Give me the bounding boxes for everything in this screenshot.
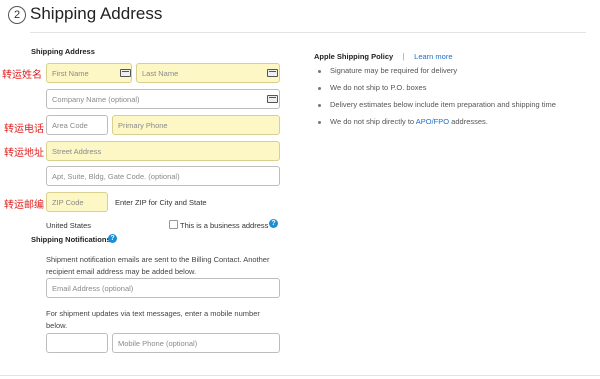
email-address-input[interactable] <box>46 278 280 298</box>
business-address-label: This is a business address <box>180 221 269 230</box>
country-label: United States <box>46 221 92 230</box>
help-icon[interactable]: ? <box>108 234 117 243</box>
shipping-notifications-heading: Shipping Notifications <box>31 235 111 244</box>
annotation-name: 转运姓名 <box>2 70 42 81</box>
sms-notification-text: For shipment updates via text messages, … <box>46 309 260 330</box>
primary-phone-input[interactable] <box>112 115 280 135</box>
bottom-divider <box>0 375 600 376</box>
annotation-zip: 转运邮编 <box>4 200 44 211</box>
contact-card-icon[interactable] <box>267 95 278 103</box>
annotation-phone: 转运电话 <box>4 124 44 135</box>
last-name-input[interactable] <box>136 63 280 83</box>
street-address-input[interactable] <box>46 141 280 161</box>
apo-fpo-link[interactable]: APO/FPO <box>416 117 449 126</box>
policy-bullet: Delivery estimates below include item pr… <box>316 100 556 117</box>
learn-more-link[interactable]: Learn more <box>414 52 452 61</box>
contact-card-icon[interactable] <box>120 69 131 77</box>
mobile-area-code-input[interactable] <box>46 333 108 353</box>
email-notification-text: Shipment notification emails are sent to… <box>46 255 270 276</box>
shipping-policy-header: Apple Shipping Policy | Learn more <box>314 46 453 64</box>
annotation-street: 转运地址 <box>4 148 44 159</box>
apt-suite-input[interactable] <box>46 166 280 186</box>
company-name-input[interactable] <box>46 89 280 109</box>
policy-bullet-list: Signature may be required for delivery W… <box>316 66 556 134</box>
mobile-phone-input[interactable] <box>112 333 280 353</box>
policy-bullet-text: We do not ship directly to <box>330 117 416 126</box>
step-number-badge: 2 <box>8 6 26 24</box>
zip-code-input[interactable] <box>46 192 108 212</box>
policy-bullet: Signature may be required for delivery <box>316 66 556 83</box>
policy-separator: | <box>402 52 405 61</box>
contact-card-icon[interactable] <box>267 69 278 77</box>
page-title: Shipping Address <box>30 4 163 23</box>
policy-bullet: We do not ship to P.O. boxes <box>316 83 556 100</box>
area-code-input[interactable] <box>46 115 108 135</box>
policy-bullet-text: addresses. <box>449 117 488 126</box>
help-icon[interactable]: ? <box>269 219 278 228</box>
shipping-address-heading: Shipping Address <box>31 47 95 56</box>
zip-hint: Enter ZIP for City and State <box>115 198 207 207</box>
business-address-checkbox[interactable] <box>169 220 178 229</box>
title-divider <box>30 32 586 33</box>
policy-title: Apple Shipping Policy <box>314 52 394 61</box>
policy-bullet: We do not ship directly to APO/FPO addre… <box>316 117 556 134</box>
